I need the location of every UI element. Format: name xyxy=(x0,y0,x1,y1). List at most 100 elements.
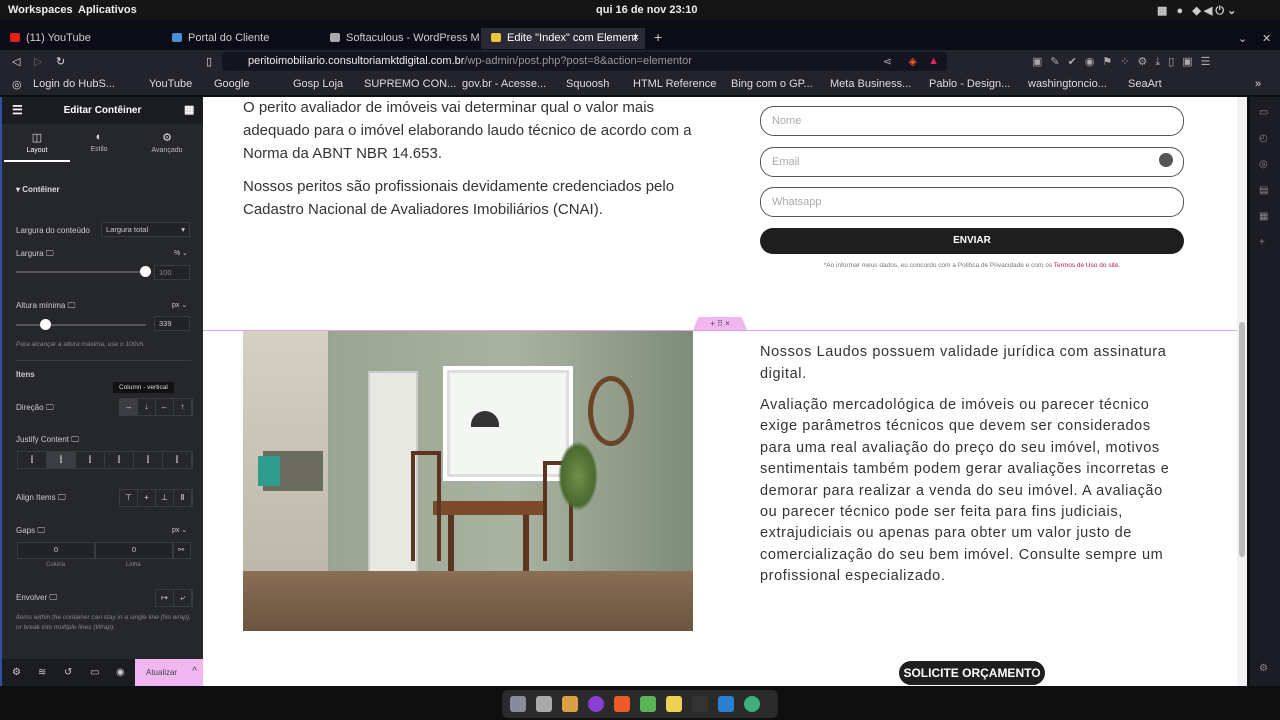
password-manager-icon[interactable] xyxy=(1159,153,1173,167)
justify-space-around-button[interactable]: ⫿ xyxy=(134,452,163,468)
workspaces-menu[interactable]: Workspaces xyxy=(8,4,73,16)
width-slider[interactable] xyxy=(16,266,151,277)
sidebar-icon[interactable]: ◴ xyxy=(1259,133,1268,144)
direction-column-reverse-button[interactable]: ↑ xyxy=(174,399,192,415)
widgets-grid-icon[interactable]: ▦ xyxy=(184,103,194,116)
min-height-input[interactable]: 339 xyxy=(154,316,190,331)
clock[interactable]: qui 16 de nov 23:10 xyxy=(596,4,697,16)
history-icon[interactable]: ↺ xyxy=(64,667,72,678)
chrome-icon[interactable] xyxy=(744,696,760,712)
name-input[interactable]: Nome xyxy=(760,106,1184,136)
width-input[interactable]: 100 xyxy=(154,265,190,280)
notes-icon[interactable] xyxy=(666,696,682,712)
app-icon[interactable] xyxy=(588,696,604,712)
update-button[interactable]: Atualizar ^ xyxy=(135,659,203,686)
bookmark-supremo[interactable]: SUPREMO CON... xyxy=(364,78,456,90)
tab-layout[interactable]: ◫ Layout xyxy=(4,131,70,162)
settings-icon[interactable]: ⚙ xyxy=(12,667,21,678)
more-bookmarks[interactable]: » xyxy=(1255,78,1261,90)
link-icon[interactable]: ⚯ xyxy=(173,542,191,559)
submit-button[interactable]: ENVIAR xyxy=(760,228,1184,254)
bookmark-google[interactable]: Google xyxy=(214,78,249,90)
wrap-button[interactable]: ⤶ xyxy=(174,590,192,606)
justify-center-button[interactable]: ⫿ xyxy=(47,452,76,468)
sidebar-icon[interactable]: ▤ xyxy=(1259,185,1268,196)
brave-rewards-icon[interactable]: ▲ xyxy=(928,55,939,67)
vscode-icon[interactable] xyxy=(718,696,734,712)
justify-start-button[interactable]: ⫿ xyxy=(18,452,47,468)
apps-menu[interactable]: Aplicativos xyxy=(78,4,137,16)
chevron-up-icon[interactable]: ^ xyxy=(192,666,197,677)
new-tab-button[interactable]: + xyxy=(644,28,662,49)
width-unit[interactable]: % ⌄ xyxy=(174,249,188,257)
bookmark-squoosh[interactable]: Squoosh xyxy=(566,78,609,90)
align-end-button[interactable]: ⊥ xyxy=(156,490,174,506)
terminal-icon[interactable] xyxy=(692,696,708,712)
bookmark-html-reference[interactable]: HTML Reference xyxy=(633,78,716,90)
bookmark-seaart[interactable]: SeaArt xyxy=(1128,78,1162,90)
slider-handle[interactable] xyxy=(39,319,51,330)
gear-icon[interactable]: ⚙ xyxy=(1259,663,1268,674)
address-bar[interactable]: peritoimobiliario.consultoriamktdigital.… xyxy=(222,52,947,71)
justify-end-button[interactable]: ⫿ xyxy=(76,452,105,468)
tab-youtube[interactable]: (11) YouTube xyxy=(0,28,165,49)
close-window-icon[interactable]: ✕ xyxy=(1252,28,1271,49)
scrollbar-thumb[interactable] xyxy=(1239,322,1245,557)
app-icon[interactable] xyxy=(562,696,578,712)
tab-advanced[interactable]: ⚙ Avançado xyxy=(134,131,200,154)
section-toggle[interactable]: ▾ Contêiner xyxy=(16,185,60,194)
sidebar-icon[interactable]: ◎ xyxy=(1259,159,1268,170)
min-height-slider[interactable] xyxy=(16,319,146,330)
bookmark-youtube[interactable]: YouTube xyxy=(149,78,192,90)
files-icon[interactable] xyxy=(510,696,526,712)
tab-elementor[interactable]: Edite "Index" com Element × xyxy=(481,28,645,49)
add-icon[interactable]: + xyxy=(1259,237,1265,248)
terms-link[interactable]: Termos de Uso do site. xyxy=(1054,262,1120,269)
direction-row-reverse-button[interactable]: ← xyxy=(156,399,174,415)
navigator-layers-icon[interactable]: ≋ xyxy=(38,667,46,678)
justify-space-evenly-button[interactable]: ⫿ xyxy=(163,452,192,468)
tab-softaculous[interactable]: Softaculous - WordPress Man xyxy=(320,28,480,49)
back-icon[interactable]: ◁ xyxy=(12,55,20,68)
responsive-mode-icon[interactable]: ▭ xyxy=(90,667,99,678)
nowrap-button[interactable]: ↦ xyxy=(156,590,174,606)
justify-space-between-button[interactable]: ⫿ xyxy=(105,452,134,468)
bookmark-washington[interactable]: washingtoncio... xyxy=(1028,78,1107,90)
align-start-button[interactable]: ⊤ xyxy=(120,490,138,506)
reload-icon[interactable]: ↻ xyxy=(56,55,65,68)
close-tab-icon[interactable]: × xyxy=(633,32,639,44)
brave-icon[interactable] xyxy=(614,696,630,712)
sidebar-icon[interactable]: ▭ xyxy=(1259,107,1268,118)
bookmark-meta-business[interactable]: Meta Business... xyxy=(830,78,911,90)
min-height-unit[interactable]: px ⌄ xyxy=(172,301,187,309)
section-controls[interactable]: + ⠿ × xyxy=(693,317,747,330)
share-icon[interactable]: ⋖ xyxy=(883,55,892,68)
direction-column-button[interactable]: ↓ xyxy=(138,399,156,415)
extension-icons[interactable]: ▣✎✔◉⚑⁘⚙⤓▯▣☰ xyxy=(1032,55,1219,69)
settings-app-icon[interactable] xyxy=(536,696,552,712)
preview-eye-icon[interactable]: ◉ xyxy=(116,667,125,678)
sidebar-icon[interactable]: ▦ xyxy=(1259,211,1268,222)
gap-column-input[interactable]: 0 xyxy=(17,542,95,559)
align-stretch-button[interactable]: Ⅱ xyxy=(174,490,192,506)
request-quote-button[interactable]: SOLICITE ORÇAMENTO xyxy=(899,661,1045,685)
direction-row-button[interactable]: → xyxy=(120,399,138,415)
canvas-scrollbar[interactable] xyxy=(1237,97,1247,686)
align-center-button[interactable]: + xyxy=(138,490,156,506)
gap-row-input[interactable]: 0 xyxy=(95,542,173,559)
forward-icon[interactable]: ▷ xyxy=(34,55,42,68)
email-input[interactable]: Email xyxy=(760,147,1184,177)
slider-handle[interactable] xyxy=(140,266,151,277)
spreadsheet-icon[interactable] xyxy=(640,696,656,712)
bookmark-gosp-loja[interactable]: Gosp Loja xyxy=(293,78,343,90)
tab-style[interactable]: ◐ Estilo xyxy=(66,131,132,153)
system-tray-icons[interactable]: ▦ ● ◆ ◀ ⏻ ⌄ xyxy=(1157,4,1236,18)
bookmark-hubspot[interactable]: Login do HubS... xyxy=(33,78,115,90)
tab-list-icon[interactable]: ⌄ xyxy=(1228,28,1247,49)
content-width-select[interactable]: Largura total ▾ xyxy=(101,222,190,237)
menu-icon[interactable]: ☰ xyxy=(12,103,23,117)
brave-shield-icon[interactable]: ◈ xyxy=(909,55,917,68)
gaps-unit[interactable]: px ⌄ xyxy=(172,526,187,534)
bookmark-pablo[interactable]: Pablo - Design... xyxy=(929,78,1010,90)
bookmark-govbr[interactable]: gov.br - Acesse... xyxy=(462,78,546,90)
